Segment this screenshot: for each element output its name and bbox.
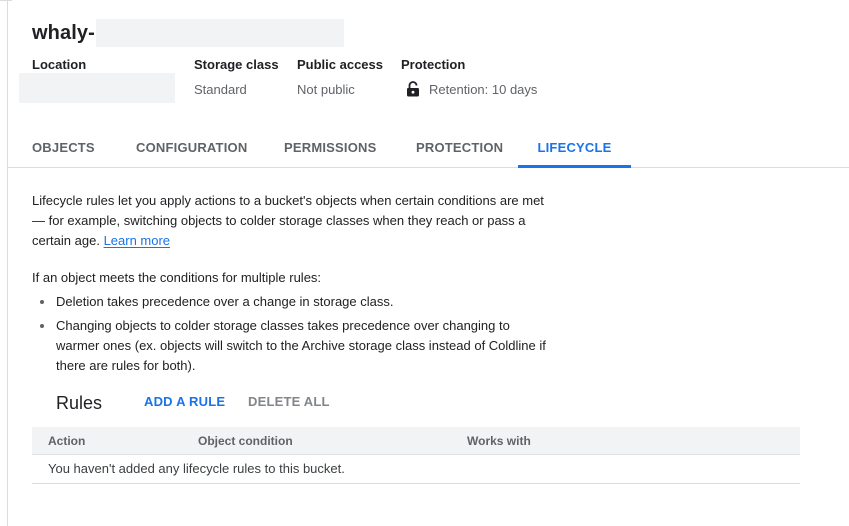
unlock-icon <box>407 81 419 97</box>
protection-label: Protection <box>401 57 466 72</box>
bucket-tabs: OBJECTS CONFIGURATION PERMISSIONS PROTEC… <box>8 129 849 168</box>
empty-table-message: You haven't added any lifecycle rules to… <box>32 455 800 484</box>
tab-lifecycle[interactable]: LIFECYCLE <box>518 129 631 168</box>
column-header-object-condition[interactable]: Object condition <box>198 427 293 455</box>
retention-text: Retention: 10 days <box>429 81 538 97</box>
lifecycle-description: Lifecycle rules let you apply actions to… <box>32 191 552 376</box>
list-item: Changing objects to colder storage class… <box>32 316 552 376</box>
location-label: Location <box>32 57 87 72</box>
add-rule-button[interactable]: ADD A RULE <box>144 394 225 409</box>
rules-header: Rules <box>56 390 102 416</box>
bucket-details-page: whaly- Location Storage class Standard P… <box>0 0 849 526</box>
conditions-intro: If an object meets the conditions for mu… <box>32 270 322 285</box>
tab-objects[interactable]: OBJECTS <box>32 129 95 167</box>
location-field: Location <box>32 57 86 73</box>
rules-table-header: Action Object condition Works with <box>32 427 800 455</box>
redacted-bucket-name <box>95 19 344 47</box>
lifecycle-intro: Lifecycle rules let you apply actions to… <box>32 191 552 251</box>
list-item: Deletion takes precedence over a change … <box>32 292 552 312</box>
bucket-title-row: whaly- <box>32 18 344 48</box>
protection-field: Protection Retention: 10 days <box>401 57 537 97</box>
bucket-name: whaly- <box>32 21 95 44</box>
storage-class-label: Storage class <box>194 57 279 72</box>
rules-table: Action Object condition Works with You h… <box>32 427 800 484</box>
tab-protection[interactable]: PROTECTION <box>416 129 503 167</box>
top-divider <box>0 0 12 1</box>
rules-title: Rules <box>56 392 103 413</box>
column-header-action[interactable]: Action <box>48 427 85 455</box>
public-access-label: Public access <box>297 57 383 72</box>
left-divider <box>7 0 8 526</box>
storage-class-field: Storage class Standard <box>194 57 279 98</box>
storage-class-value: Standard <box>194 82 247 97</box>
delete-all-button[interactable]: DELETE ALL <box>248 394 330 409</box>
column-header-works-with[interactable]: Works with <box>467 427 531 455</box>
tab-configuration[interactable]: CONFIGURATION <box>136 129 247 167</box>
protection-value: Retention: 10 days <box>401 81 537 97</box>
public-access-value: Not public <box>297 82 355 97</box>
precedence-list: Deletion takes precedence over a change … <box>32 292 552 376</box>
public-access-field: Public access Not public <box>297 57 383 98</box>
tab-permissions[interactable]: PERMISSIONS <box>284 129 377 167</box>
learn-more-link[interactable]: Learn more <box>104 233 170 248</box>
redacted-location-value <box>19 73 175 103</box>
